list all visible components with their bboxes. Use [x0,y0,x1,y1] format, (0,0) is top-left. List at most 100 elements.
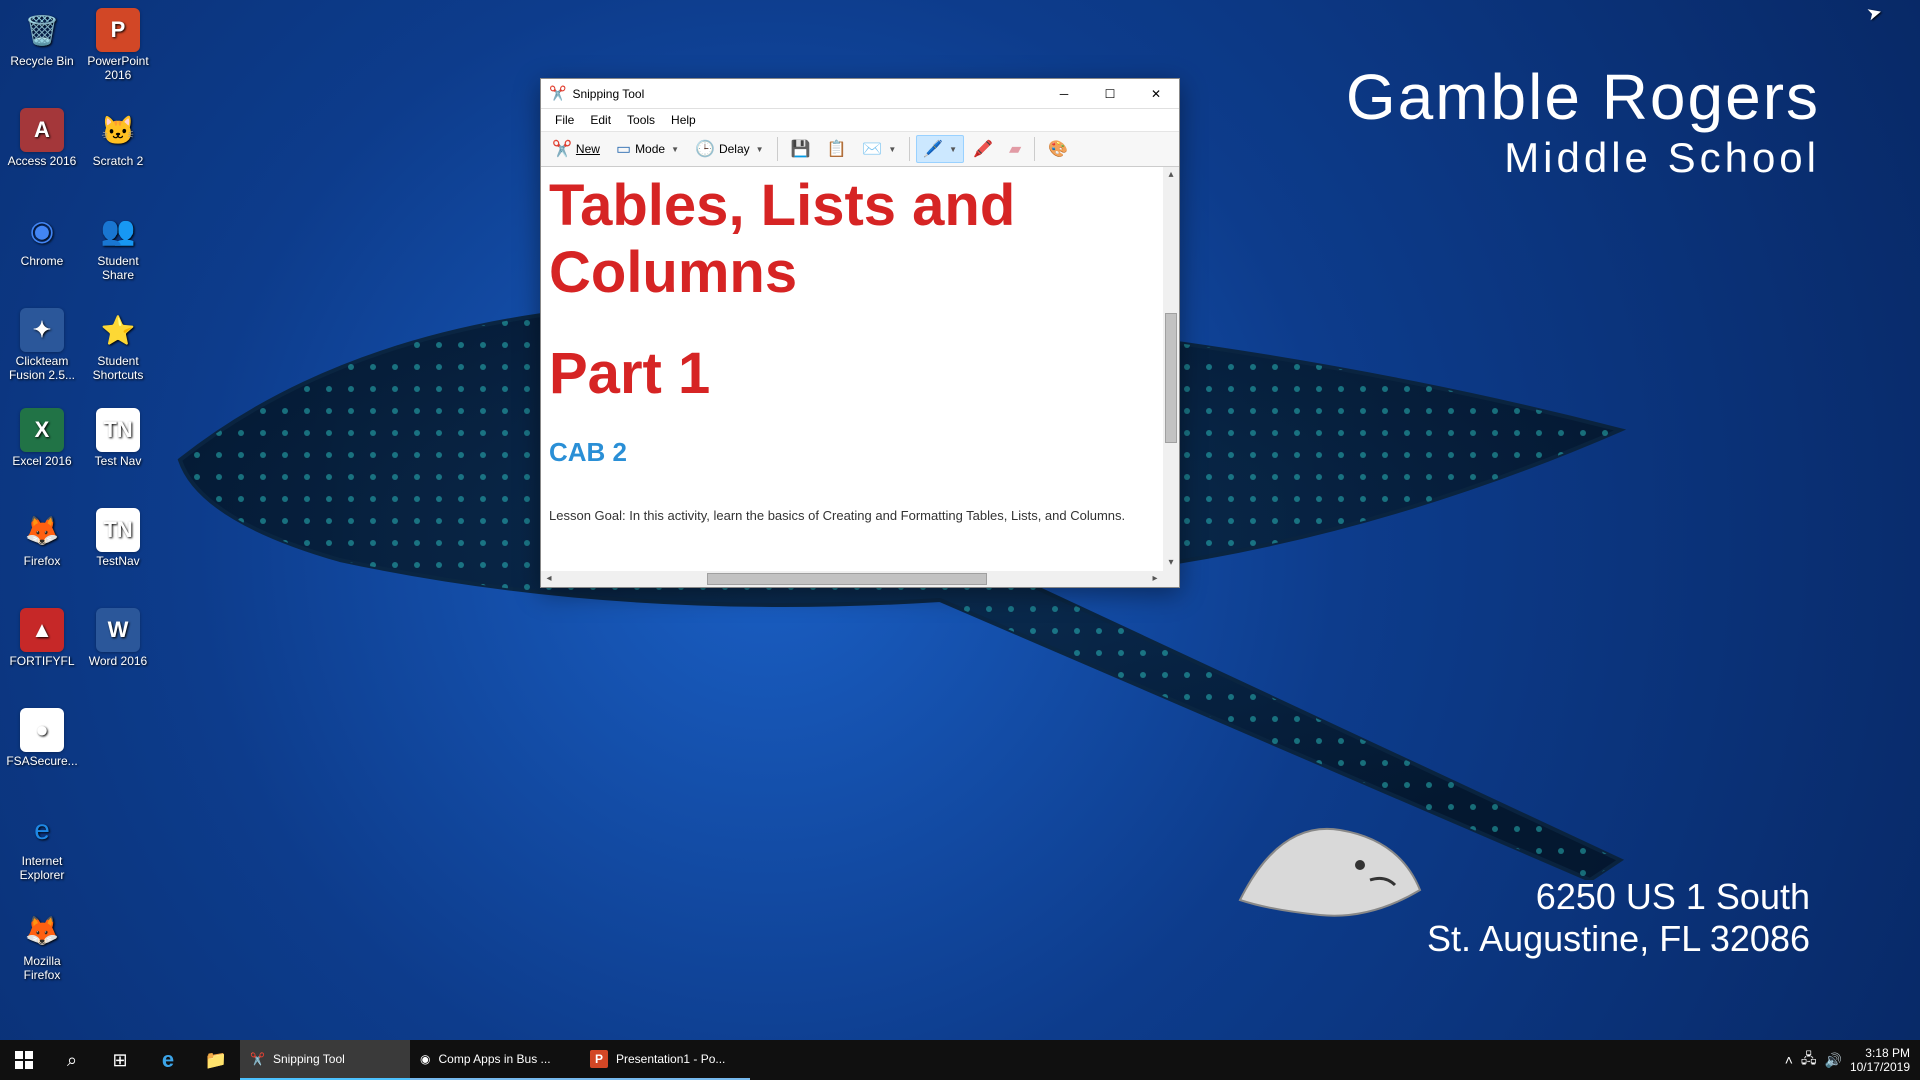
taskview-icon: ⊞ [112,1050,127,1071]
toolbar-separator [1034,137,1035,161]
wallpaper-address-line2: St. Augustine, FL 32086 [1427,918,1810,960]
wallpaper-address: 6250 US 1 South St. Augustine, FL 32086 [1427,876,1810,960]
highlighter-button[interactable]: 🖍️ [966,135,1000,163]
scroll-down-arrow[interactable]: ▾ [1163,555,1179,571]
desktop-icon[interactable]: A Access 2016 [4,104,80,204]
scroll-track[interactable] [557,571,1147,587]
mail-icon: ✉️ [862,139,882,159]
wallpaper-address-line1: 6250 US 1 South [1427,876,1810,918]
save-icon: 💾 [791,139,811,159]
taskbar[interactable]: ⌕ ⊞ e 📁 ✂️ Snipping Tool ◉Comp Apps in Bus… [0,1040,1920,1080]
desktop-icon[interactable]: ✦Clickteam Fusion 2.5... [4,304,80,404]
new-label: New [576,142,600,156]
system-tray[interactable]: ˄ 🖧 🔊 3:18 PM 10/17/2019 [1775,1046,1920,1074]
desktop-icon[interactable]: 🦊Mozilla Firefox [4,904,80,1004]
pen-button[interactable]: 🖊️▼ [916,135,964,163]
desktop-icon-label: Excel 2016 [4,454,80,468]
desktop-icon[interactable]: eInternet Explorer [4,804,80,904]
desktop-icon[interactable]: ●FSASecure... [4,704,80,804]
desktop-icon-label: Student Shortcuts [80,354,156,382]
paint3d-button[interactable]: 🎨 [1041,135,1075,163]
desktop-icon[interactable]: 🗑️Recycle Bin [4,4,80,104]
taskbar-running-apps: ✂️ Snipping Tool ◉Comp Apps in Bus ...PPre… [240,1040,750,1080]
desktop-icon[interactable]: 🦊Firefox [4,504,80,604]
mode-button[interactable]: ▭ Mode ▼ [609,135,686,163]
scroll-track[interactable] [1163,183,1179,555]
scroll-thumb[interactable] [1165,313,1177,443]
taskbar-item[interactable]: ✂️ Snipping Tool [240,1040,410,1080]
desktop-icon[interactable]: WWord 2016 [80,604,156,704]
save-button[interactable]: 💾 [784,135,818,163]
scroll-up-arrow[interactable]: ▴ [1163,167,1179,183]
taskbar-item[interactable]: ◉Comp Apps in Bus ... [410,1040,580,1080]
desktop-icon-label: Mozilla Firefox [4,954,80,982]
snip-part: Part 1 [549,340,1155,407]
desktop-icon[interactable]: X Excel 2016 [4,404,80,504]
desktop-icon-label: Access 2016 [4,154,80,168]
menu-edit[interactable]: Edit [582,111,619,129]
scroll-right-arrow[interactable]: ▸ [1147,571,1163,587]
horizontal-scrollbar[interactable]: ◂ ▸ [541,571,1163,587]
eraser-icon: ▰ [1009,139,1021,159]
maximize-button[interactable]: ☐ [1087,79,1133,109]
vertical-scrollbar[interactable]: ▴ ▾ [1163,167,1179,571]
send-button[interactable]: ✉️▼ [855,135,903,163]
snipping-tool-window[interactable]: ✂️ Snipping Tool ─ ☐ ✕ File Edit Tools H… [540,78,1180,588]
menu-file[interactable]: File [547,111,582,129]
desktop[interactable]: Gamble Rogers Middle School 6250 US 1 So… [0,0,1920,1080]
app-icon: 🦊 [20,908,64,952]
desktop-icon[interactable]: TN Test Nav [80,404,156,504]
desktop-icon[interactable]: ⭐Student Shortcuts [80,304,156,404]
taskbar-item[interactable]: PPresentation1 - Po... [580,1040,750,1080]
app-icon: W [96,608,140,652]
desktop-icon[interactable]: ▲FORTIFYFL [4,604,80,704]
eraser-button[interactable]: ▰ [1002,135,1028,163]
start-button[interactable] [0,1040,48,1080]
pinned-explorer[interactable]: 📁 [192,1040,240,1080]
minimize-button[interactable]: ─ [1041,79,1087,109]
snip-content[interactable]: Tables, Lists and Columns Part 1 CAB 2 L… [541,167,1163,571]
clock[interactable]: 3:18 PM 10/17/2019 [1850,1046,1910,1074]
app-icon: A [20,108,64,152]
taskbar-item-icon: ✂️ [250,1052,265,1066]
snip-body-text: Lesson Goal: In this activity, learn the… [549,508,1155,523]
delay-button[interactable]: 🕒 Delay ▼ [688,135,771,163]
window-title: Snipping Tool [572,87,1041,101]
new-snip-button[interactable]: ✂️ New [545,135,607,163]
snip-subtitle: CAB 2 [549,437,1155,468]
desktop-icon[interactable]: PPowerPoint 2016 [80,4,156,104]
desktop-icon-label: PowerPoint 2016 [80,54,156,82]
network-icon[interactable]: 🖧 [1801,1048,1817,1072]
volume-icon[interactable]: 🔊 [1825,1052,1842,1069]
menu-help[interactable]: Help [663,111,704,129]
desktop-icon-grid: 🗑️Recycle BinPPowerPoint 2016 A Access 201… [4,4,156,1004]
desktop-icon[interactable]: ◉Chrome [4,204,80,304]
clock-time: 3:18 PM [1850,1046,1910,1060]
titlebar[interactable]: ✂️ Snipping Tool ─ ☐ ✕ [541,79,1179,109]
app-icon: ✦ [20,308,64,352]
taskbar-item-label: Snipping Tool [273,1052,345,1066]
desktop-icon-label: Recycle Bin [4,54,80,68]
desktop-icon-label: Scratch 2 [80,154,156,168]
snip-canvas-area: Tables, Lists and Columns Part 1 CAB 2 L… [541,167,1179,587]
desktop-icon-label: Test Nav [80,454,156,468]
scroll-thumb[interactable] [707,573,987,585]
app-icon: X [20,408,64,452]
toolbar: ✂️ New ▭ Mode ▼ 🕒 Delay ▼ 💾 📋 ✉️▼ 🖊️▼ 🖍️… [541,131,1179,167]
wallpaper-title: Gamble Rogers Middle School [1346,60,1820,182]
desktop-icon[interactable]: 👥Student Share [80,204,156,304]
copy-button[interactable]: 📋 [819,135,853,163]
menu-tools[interactable]: Tools [619,111,663,129]
desktop-icon[interactable]: 🐱Scratch 2 [80,104,156,204]
menubar: File Edit Tools Help [541,109,1179,131]
tray-chevron-icon[interactable]: ˄ [1785,1052,1793,1068]
scroll-left-arrow[interactable]: ◂ [541,571,557,587]
highlighter-icon: 🖍️ [973,139,993,159]
desktop-icon[interactable]: TNTestNav [80,504,156,604]
app-icon: ▲ [20,608,64,652]
pinned-edge[interactable]: e [144,1040,192,1080]
task-view-button[interactable]: ⊞ [96,1040,144,1080]
search-button[interactable]: ⌕ [48,1040,96,1080]
close-button[interactable]: ✕ [1133,79,1179,109]
app-icon: TN [96,408,140,452]
